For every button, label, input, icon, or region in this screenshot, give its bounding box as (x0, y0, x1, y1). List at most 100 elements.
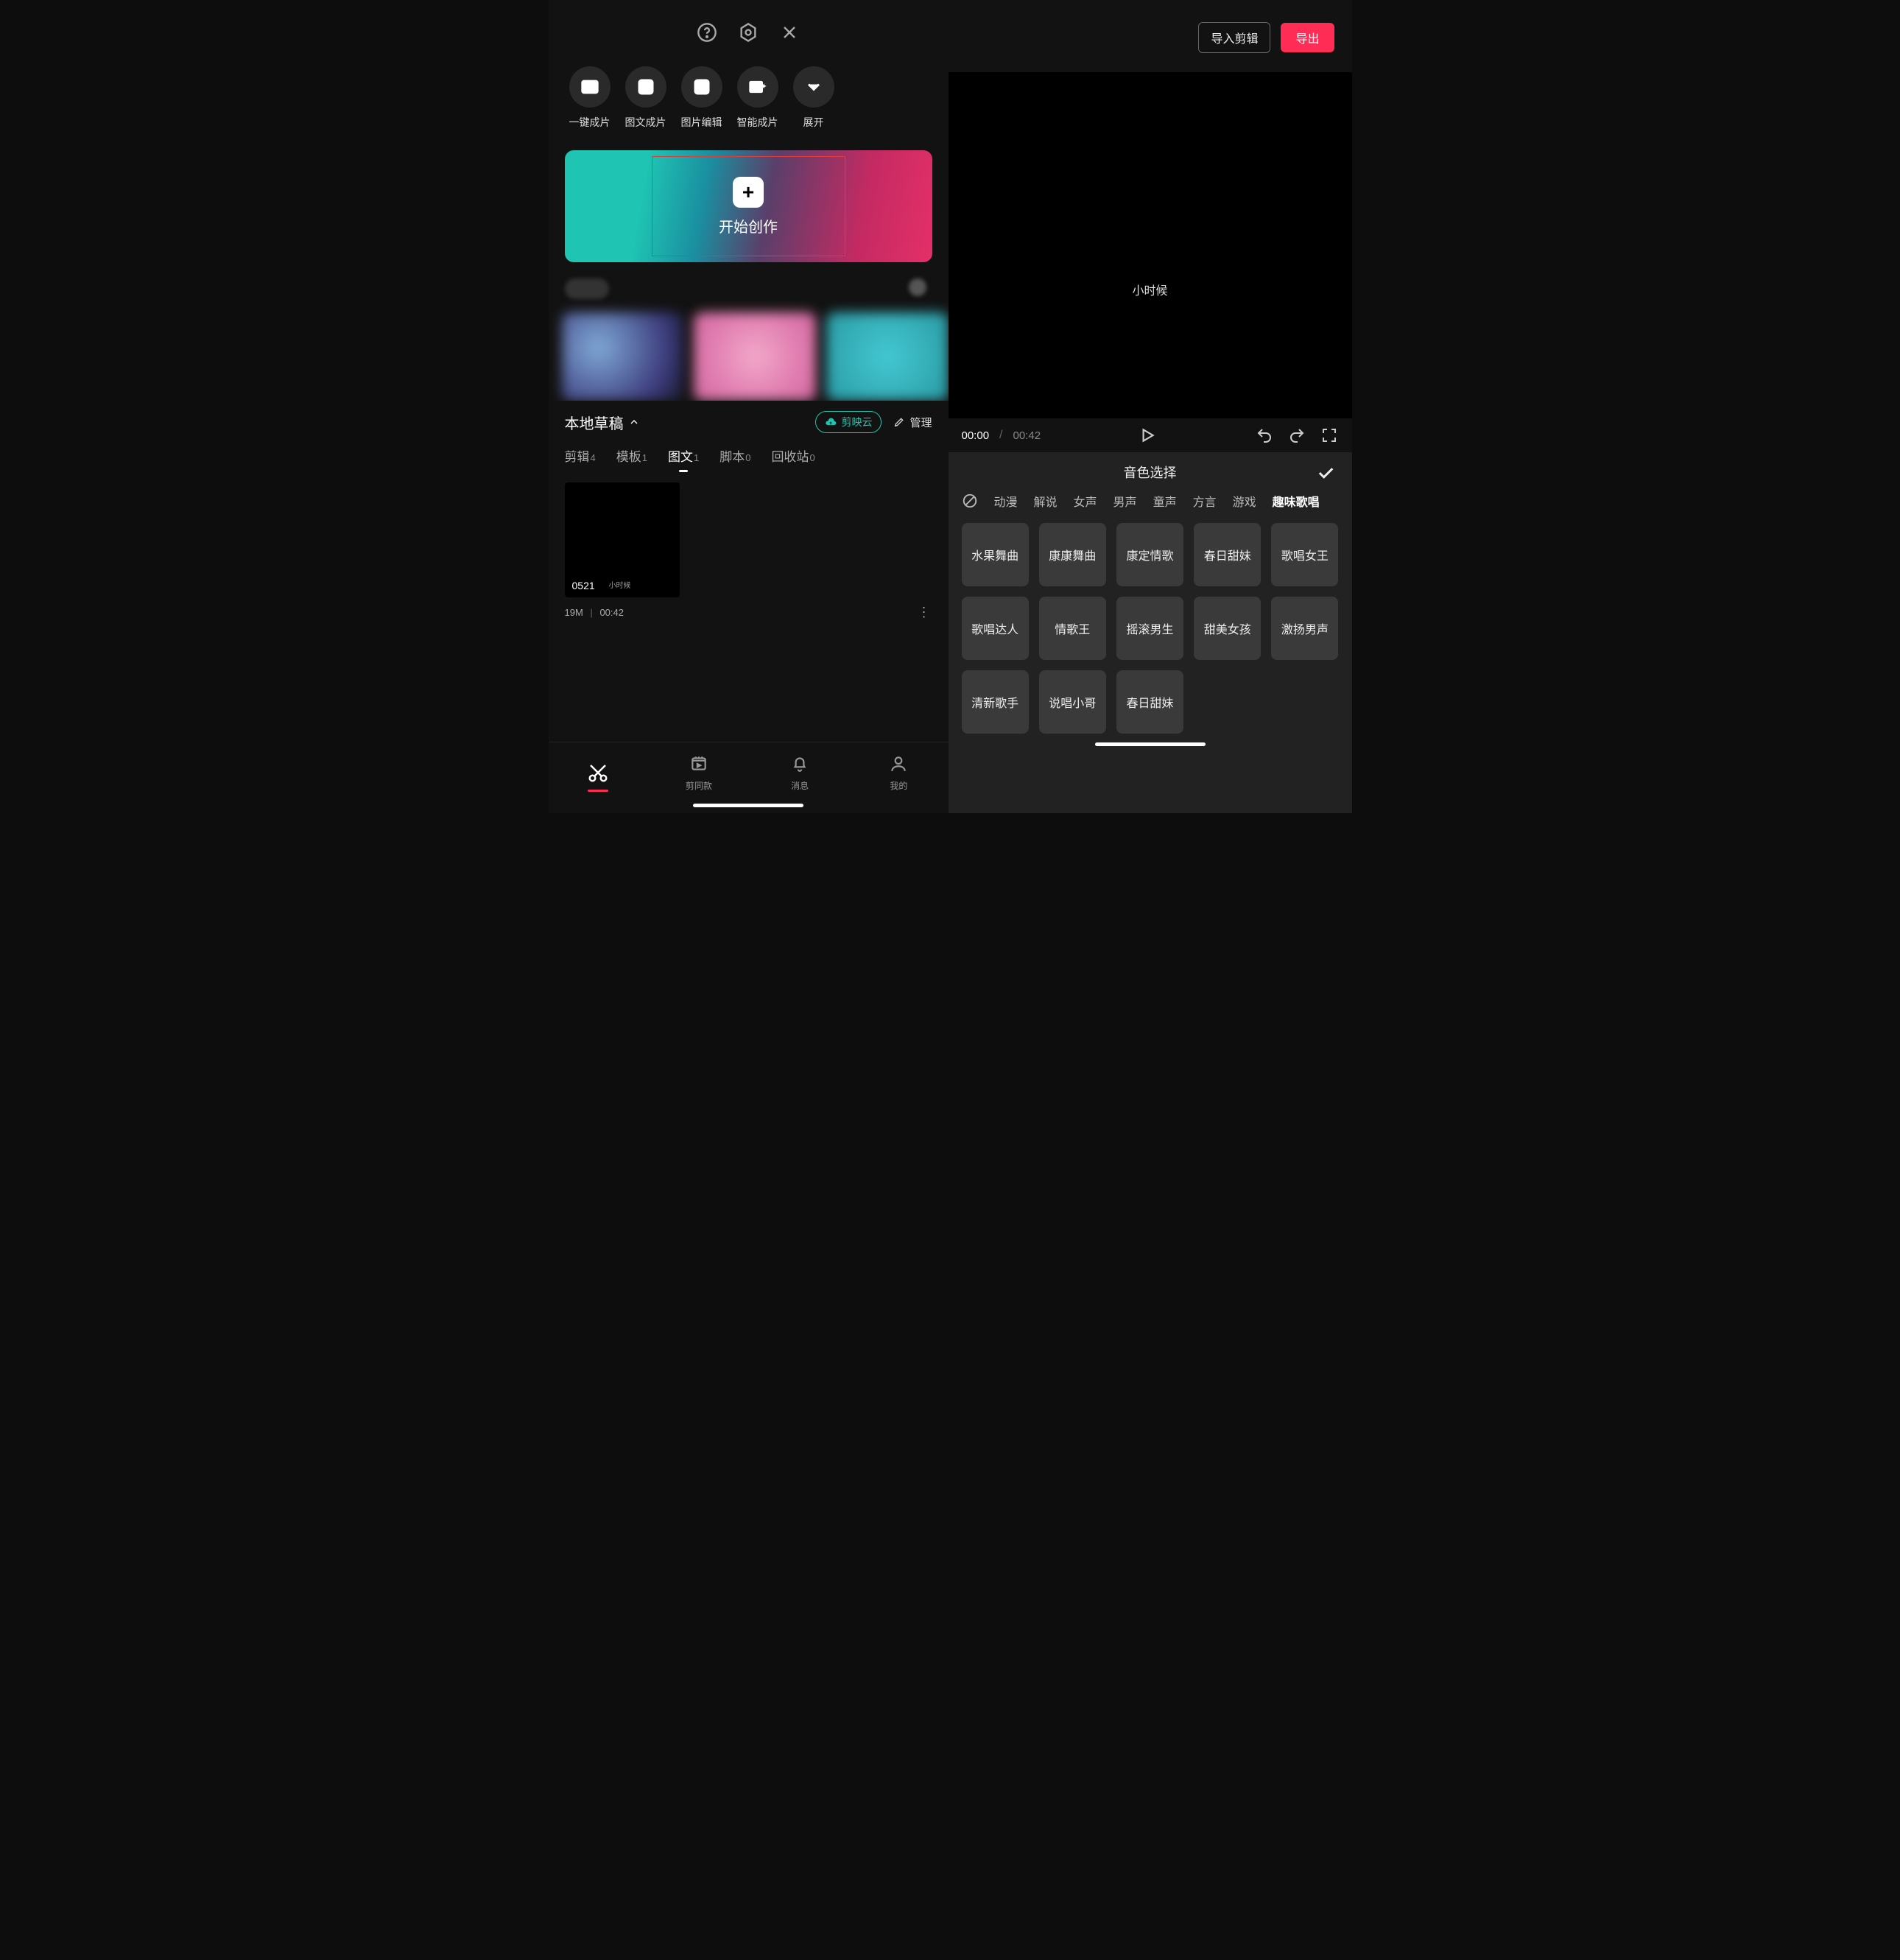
manage-button[interactable]: 管理 (893, 415, 932, 430)
preview-caption: 小时候 (1132, 281, 1167, 298)
tab-trash[interactable]: 回收站0 (771, 446, 814, 472)
template-icon (688, 753, 710, 775)
export-button[interactable]: 导出 (1281, 23, 1334, 52)
tools-row: 一键成片 TAI 图文成片 图片编辑 智能成片 展开 (549, 57, 949, 137)
video-preview[interactable]: 小时候 (949, 72, 1352, 418)
tone-option[interactable]: 歌唱达人 (962, 597, 1029, 660)
recommended-strip (549, 275, 949, 401)
category-game[interactable]: 游戏 (1233, 492, 1256, 510)
fullscreen-icon[interactable] (1320, 426, 1339, 445)
tab-script[interactable]: 脚本0 (719, 446, 750, 472)
tool-image-text[interactable]: TAI 图文成片 (625, 66, 666, 130)
help-icon[interactable] (697, 22, 717, 43)
time-separator: / (999, 429, 1002, 442)
drafts-title-text: 本地草稿 (565, 412, 624, 433)
nav-messages[interactable]: 消息 (789, 753, 811, 792)
tool-expand[interactable]: 展开 (793, 66, 834, 130)
user-icon (887, 753, 909, 775)
home-pane: 一键成片 TAI 图文成片 图片编辑 智能成片 展开 + 开始创作 (549, 0, 949, 813)
tone-option[interactable]: 甜美女孩 (1194, 597, 1261, 660)
blurred-card[interactable] (694, 312, 816, 401)
tone-option[interactable]: 春日甜妹 (1194, 523, 1261, 586)
photo-edit-icon (681, 66, 722, 108)
nav-label: 我的 (890, 779, 907, 792)
editor-header: 导入剪辑 导出 (949, 0, 1352, 68)
tab-clip[interactable]: 剪辑4 (565, 446, 596, 472)
tool-label: 图片编辑 (681, 115, 722, 130)
left-header (549, 0, 949, 57)
blurred-card[interactable] (562, 312, 684, 401)
svg-text:AI: AI (647, 88, 652, 94)
undo-icon[interactable] (1255, 426, 1274, 445)
redo-icon[interactable] (1287, 426, 1306, 445)
create-card[interactable]: + 开始创作 (565, 150, 932, 262)
blurred-card[interactable] (826, 312, 949, 401)
close-icon[interactable] (779, 22, 800, 43)
nav-me[interactable]: 我的 (887, 753, 909, 792)
chevron-down-icon (793, 66, 834, 108)
cloud-chip-label: 剪映云 (841, 415, 872, 429)
drafts-actions: 剪映云 管理 (815, 411, 932, 433)
drafts-header: 本地草稿 剪映云 管理 (549, 401, 949, 439)
tone-option[interactable]: 激扬男声 (1271, 597, 1338, 660)
tone-option[interactable]: 清新歌手 (962, 670, 1029, 734)
category-female[interactable]: 女声 (1074, 492, 1097, 510)
tool-label: 智能成片 (737, 115, 778, 130)
more-icon[interactable]: ⋮ (918, 605, 932, 620)
tone-option[interactable]: 说唱小哥 (1039, 670, 1106, 734)
tab-imagetext[interactable]: 图文1 (668, 446, 699, 472)
one-click-icon (569, 66, 611, 108)
category-narration[interactable]: 解说 (1034, 492, 1058, 510)
tone-option[interactable]: 春日甜妹 (1116, 670, 1183, 734)
settings-hex-icon[interactable] (738, 22, 759, 43)
drafts-title-toggle[interactable]: 本地草稿 (565, 412, 640, 433)
smart-clip-icon (737, 66, 778, 108)
draft-meta: 19M | 00:42 ⋮ (565, 605, 932, 620)
category-male[interactable]: 男声 (1113, 492, 1137, 510)
confirm-icon[interactable] (1315, 463, 1336, 487)
cloud-chip[interactable]: 剪映云 (815, 411, 882, 433)
tool-photo-edit[interactable]: 图片编辑 (681, 66, 722, 130)
scissors-icon (587, 762, 609, 784)
draft-thumbnail: 0521 小时候 (565, 482, 680, 597)
draft-item[interactable]: 0521 小时候 19M | 00:42 ⋮ (549, 472, 949, 630)
home-indicator[interactable] (1095, 742, 1206, 746)
category-child[interactable]: 童声 (1153, 492, 1177, 510)
import-button[interactable]: 导入剪辑 (1198, 22, 1270, 53)
tab-template[interactable]: 模板1 (616, 446, 647, 472)
tone-option[interactable]: 康康舞曲 (1039, 523, 1106, 586)
category-anime[interactable]: 动漫 (994, 492, 1018, 510)
tool-label: 图文成片 (625, 115, 666, 130)
category-dialect[interactable]: 方言 (1193, 492, 1217, 510)
tone-option[interactable]: 歌唱女王 (1271, 523, 1338, 586)
time-current: 00:00 (962, 429, 990, 442)
tone-option[interactable]: 情歌王 (1039, 597, 1106, 660)
blurred-avatar (909, 278, 926, 296)
draft-size: 19M (565, 607, 583, 618)
nav-cut[interactable] (587, 762, 609, 792)
tone-option[interactable]: 水果舞曲 (962, 523, 1029, 586)
nav-label: 消息 (791, 779, 809, 792)
tool-smart-clip[interactable]: 智能成片 (737, 66, 778, 130)
editor-pane: 导入剪辑 导出 小时候 00:00 / 00:42 音色选择 (949, 0, 1352, 813)
play-icon[interactable] (1138, 426, 1157, 445)
tone-option[interactable]: 康定情歌 (1116, 523, 1183, 586)
nav-template[interactable]: 剪同款 (686, 753, 712, 792)
pencil-icon (893, 416, 905, 428)
bell-icon (789, 753, 811, 775)
tool-label: 一键成片 (569, 115, 611, 130)
home-indicator[interactable] (693, 804, 803, 807)
none-icon[interactable] (962, 493, 978, 509)
highlight-box (652, 156, 845, 256)
tone-option[interactable]: 摇滚男生 (1116, 597, 1183, 660)
category-funsong[interactable]: 趣味歌唱 (1273, 492, 1320, 510)
tone-title: 音色选择 (1124, 463, 1177, 482)
chevron-up-icon (628, 416, 640, 428)
draft-duration: 00:42 (599, 607, 624, 618)
tone-panel: 音色选择 动漫 解说 女声 男声 童声 方言 游戏 趣味歌唱 水果舞曲 康康舞曲… (949, 452, 1352, 813)
blurred-pill (565, 278, 609, 299)
tool-one-click[interactable]: 一键成片 (569, 66, 611, 130)
time-duration: 00:42 (1013, 429, 1041, 442)
tone-panel-header: 音色选择 (962, 463, 1339, 482)
manage-label: 管理 (909, 415, 932, 430)
